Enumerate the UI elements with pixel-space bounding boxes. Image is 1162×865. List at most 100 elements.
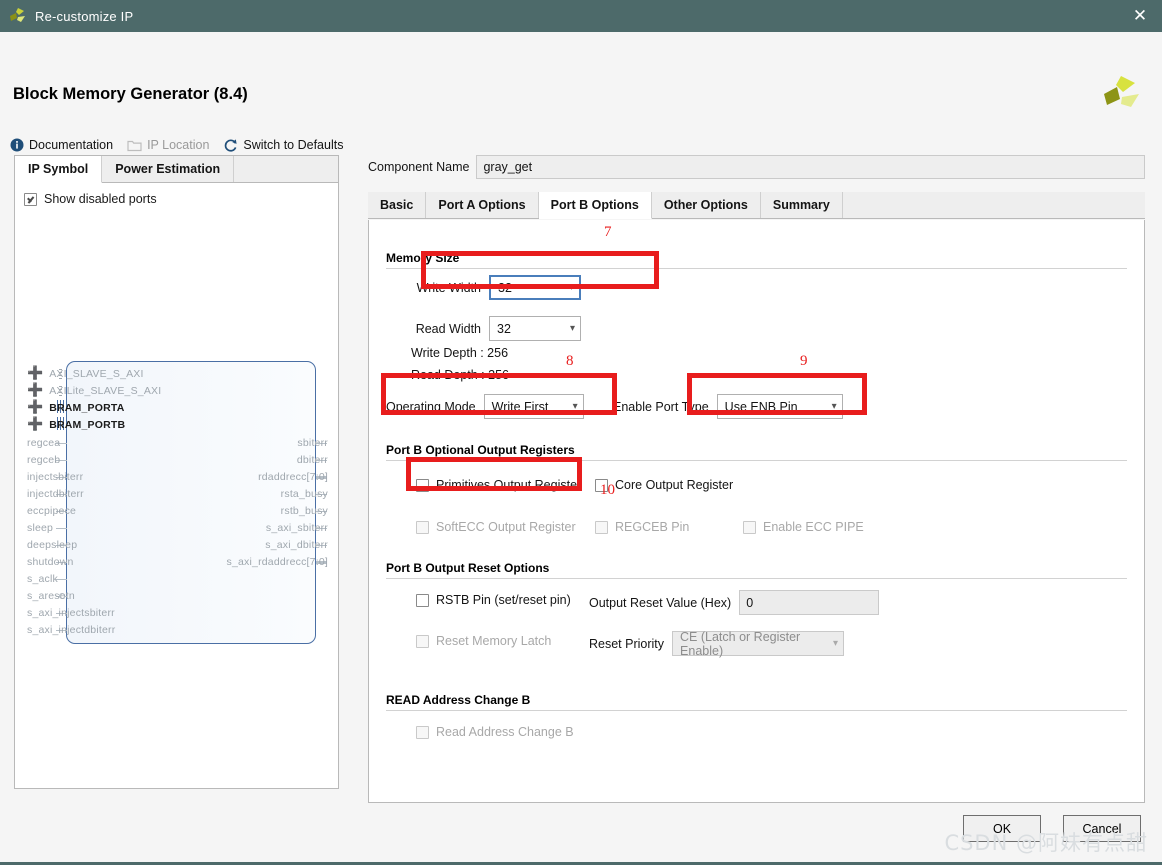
output-pin-label: dbiterr bbox=[296, 454, 328, 466]
reset-memory-latch-label: Reset Memory Latch bbox=[436, 634, 552, 648]
write-width-row: Write Width 32 ▾ bbox=[411, 275, 581, 300]
chevron-down-icon: ▾ bbox=[831, 400, 837, 412]
tab-summary[interactable]: Summary bbox=[761, 192, 843, 218]
bus-row-axilite-slave[interactable]: ➕ AXILite_SLAVE_S_AXI bbox=[27, 384, 161, 397]
tab-basic[interactable]: Basic bbox=[368, 192, 427, 218]
tab-port-b-options[interactable]: Port B Options bbox=[538, 192, 652, 219]
reset-priority-row: Reset Priority CE (Latch or Register Ena… bbox=[589, 629, 845, 658]
checkbox-box bbox=[416, 520, 429, 534]
dialog-footer: OK Cancel CSDN @阿妹有点甜 bbox=[0, 803, 1162, 865]
read-address-change-b-checkbox[interactable]: Read Address Change B bbox=[416, 725, 574, 739]
tab-ip-symbol[interactable]: IP Symbol bbox=[15, 156, 103, 183]
operating-mode-row: Operating Mode Write First ▾ bbox=[386, 394, 584, 419]
checkbox-box bbox=[416, 725, 429, 739]
bus-label: AXI_SLAVE_S_AXI bbox=[49, 367, 144, 380]
input-pin-label: regceb bbox=[27, 454, 61, 466]
output-reset-value-row: Output Reset Value (Hex) 0 bbox=[589, 590, 880, 615]
input-pin-label: s_axi_injectsbiterr bbox=[27, 607, 115, 619]
checkbox-box bbox=[595, 478, 608, 492]
softecc-output-register-label: SoftECC Output Register bbox=[436, 520, 576, 534]
rstb-pin-label: RSTB Pin (set/reset pin) bbox=[436, 593, 571, 607]
input-pin-label: eccpipece bbox=[27, 505, 77, 517]
output-pin-label: sbiterr bbox=[297, 437, 328, 449]
component-name-label: Component Name bbox=[368, 160, 470, 174]
input-pin-label: injectdbiterr bbox=[27, 488, 84, 500]
main-tabstrip: Basic Port A Options Port B Options Othe… bbox=[368, 192, 1145, 219]
input-pin-label: deepsleep bbox=[27, 539, 78, 551]
input-pin-label: s_aclk bbox=[27, 573, 58, 585]
chevron-down-icon: ▾ bbox=[833, 637, 839, 649]
enable-ecc-pipe-checkbox[interactable]: Enable ECC PIPE bbox=[743, 520, 864, 534]
softecc-output-register-checkbox[interactable]: SoftECC Output Register bbox=[416, 520, 576, 534]
checkbox-box bbox=[416, 478, 429, 492]
memory-size-title: Memory Size bbox=[386, 251, 460, 265]
checkbox-box bbox=[595, 520, 608, 534]
optional-output-registers-title: Port B Optional Output Registers bbox=[386, 443, 575, 457]
write-width-combo[interactable]: 32 ▾ bbox=[489, 275, 581, 300]
tab-power-estimation[interactable]: Power Estimation bbox=[102, 156, 235, 182]
xilinx-brand-logo-icon bbox=[1104, 76, 1139, 107]
output-reset-value-label: Output Reset Value (Hex) bbox=[589, 595, 732, 610]
checkbox-box bbox=[743, 520, 756, 534]
bus-row-axi-slave[interactable]: ➕ AXI_SLAVE_S_AXI bbox=[27, 367, 144, 380]
left-panel-tabstrip: IP Symbol Power Estimation bbox=[15, 156, 338, 183]
core-output-register-checkbox[interactable]: Core Output Register bbox=[595, 478, 733, 492]
regceb-pin-checkbox[interactable]: REGCEB Pin bbox=[595, 520, 689, 534]
section-divider bbox=[386, 460, 1127, 461]
tab-other-options[interactable]: Other Options bbox=[652, 192, 761, 218]
page-title: Block Memory Generator (8.4) bbox=[13, 85, 248, 103]
output-pin-label: s_axi_dbiterr bbox=[265, 539, 328, 551]
expand-icon[interactable]: ➕ bbox=[27, 384, 43, 397]
optional-output-registers-section: Port B Optional Output Registers bbox=[369, 443, 1144, 461]
operating-mode-label: Operating Mode bbox=[386, 399, 476, 414]
xilinx-logo-icon bbox=[10, 8, 25, 22]
read-address-change-section: READ Address Change B bbox=[369, 693, 1144, 711]
input-pin-label: regcea bbox=[27, 437, 61, 449]
checkbox-box bbox=[416, 593, 429, 607]
chevron-down-icon: ▾ bbox=[569, 322, 575, 334]
primitives-output-register-label: Primitives Output Register bbox=[436, 478, 582, 492]
primitives-output-register-checkbox[interactable]: Primitives Output Register bbox=[416, 478, 581, 492]
show-disabled-ports-checkbox[interactable]: Show disabled ports bbox=[24, 192, 157, 206]
read-width-combo[interactable]: 32 ▾ bbox=[489, 316, 581, 341]
header: Block Memory Generator (8.4) Documentati… bbox=[0, 32, 1162, 152]
input-pin-label: s_aresetn bbox=[27, 590, 75, 602]
enable-port-type-value: Use ENB Pin bbox=[724, 399, 798, 414]
reset-priority-label: Reset Priority bbox=[589, 636, 665, 651]
output-reset-options-section: Port B Output Reset Options bbox=[369, 561, 1144, 579]
window-title-bar: Re-customize IP ✕ bbox=[0, 0, 1162, 32]
bus-row-bram-porta[interactable]: ➕ BRAM_PORTA bbox=[27, 401, 125, 414]
memory-size-section: Memory Size bbox=[369, 251, 1144, 269]
operating-mode-value: Write First bbox=[491, 399, 549, 414]
reset-priority-combo[interactable]: CE (Latch or Register Enable) ▾ bbox=[672, 629, 845, 658]
tab-port-a-options[interactable]: Port A Options bbox=[426, 192, 539, 218]
close-icon[interactable]: ✕ bbox=[1118, 0, 1162, 32]
ip-symbol-panel: IP Symbol Power Estimation Show disabled… bbox=[14, 155, 339, 789]
bus-row-bram-portb[interactable]: ➕ BRAM_PORTB bbox=[27, 418, 125, 431]
component-name-row: Component Name gray_get bbox=[368, 155, 1145, 179]
chevron-down-icon: ▾ bbox=[568, 281, 574, 293]
input-pin-label: s_axi_injectdbiterr bbox=[27, 624, 116, 636]
checkbox-box bbox=[416, 634, 429, 648]
component-name-input[interactable]: gray_get bbox=[476, 155, 1145, 179]
enable-port-type-row: Enable Port Type Use ENB Pin ▾ bbox=[613, 394, 843, 419]
reset-memory-latch-checkbox[interactable]: Reset Memory Latch bbox=[416, 634, 551, 648]
content-area: IP Symbol Power Estimation Show disabled… bbox=[0, 144, 1162, 803]
read-width-row: Read Width 32 ▾ bbox=[411, 316, 581, 341]
left-tabstrip-filler bbox=[234, 156, 338, 182]
read-depth-text: Read Depth : 256 bbox=[411, 368, 509, 382]
expand-icon[interactable]: ➕ bbox=[27, 418, 43, 431]
expand-icon[interactable]: ➕ bbox=[27, 401, 43, 414]
rstb-pin-checkbox[interactable]: RSTB Pin (set/reset pin) bbox=[416, 593, 571, 607]
output-pin-label: rdaddrecc[7:0] bbox=[258, 471, 328, 483]
read-width-label: Read Width bbox=[415, 321, 481, 336]
expand-icon[interactable]: ➕ bbox=[27, 367, 43, 380]
input-pin-label: injectsbiterr bbox=[27, 471, 84, 483]
output-reset-value-input[interactable]: 0 bbox=[739, 590, 880, 615]
write-width-label: Write Width bbox=[416, 280, 481, 295]
enable-port-type-combo[interactable]: Use ENB Pin ▾ bbox=[716, 394, 843, 419]
reset-priority-value: CE (Latch or Register Enable) bbox=[680, 629, 801, 658]
input-pin-label: shutdown bbox=[27, 556, 74, 568]
read-width-value: 32 bbox=[497, 321, 511, 336]
operating-mode-combo[interactable]: Write First ▾ bbox=[483, 394, 584, 419]
